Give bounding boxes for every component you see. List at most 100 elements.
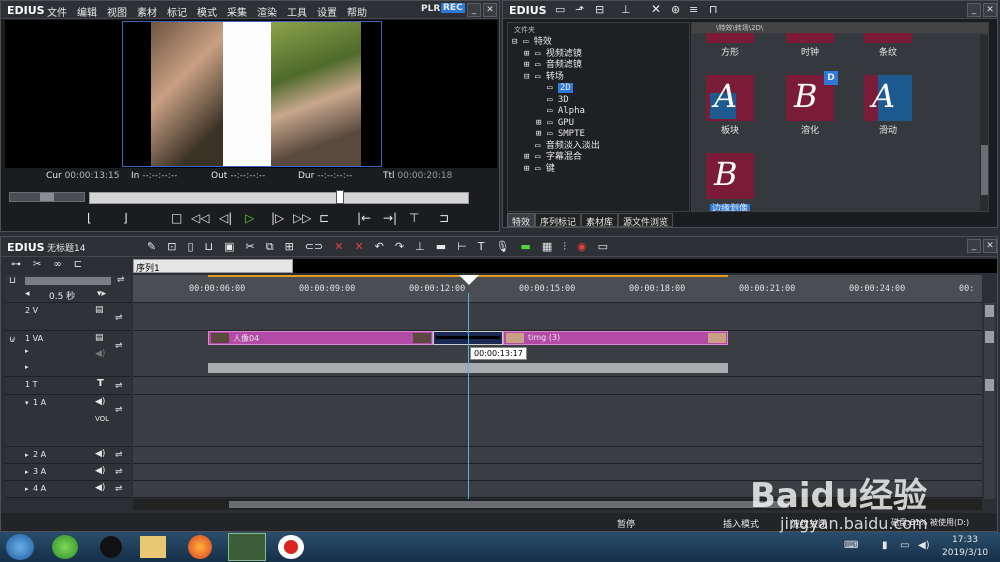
track-2v-expand-icon[interactable]: ⇌ [115,313,123,323]
tile-scrollbar[interactable] [980,35,988,211]
zoom-value[interactable]: 0.5 秒 [49,289,75,302]
new-sequence-icon[interactable]: ✎ [147,240,156,254]
zoom-slider[interactable] [25,277,111,285]
tree-expand-icon[interactable]: ⊞ [536,129,547,141]
track-1va-patch-icon[interactable]: ⊍ [9,335,16,345]
rec-toggle[interactable]: REC [441,3,465,13]
set-in-icon[interactable]: ⌊ [87,211,92,225]
track-area-1va[interactable]: 人像04 timg (3) 00:00:13:17 [133,331,982,377]
tree-expand-icon[interactable]: ⊞ [524,152,535,164]
record-app-icon[interactable] [278,535,304,559]
track-1va-audio-arrow-icon[interactable]: ▸ [25,363,29,371]
clock-date[interactable]: 2019/3/10 [942,548,988,558]
tile-stripes-partial[interactable] [864,33,912,43]
lock-icon[interactable]: ⊓ [709,3,718,16]
tab-effects[interactable]: 特效 [507,213,536,228]
timeline-hscroll[interactable] [133,499,982,510]
close-button[interactable]: ✕ [483,3,497,17]
zoom-left-icon[interactable]: ◂ [25,289,30,299]
menu-help[interactable]: 帮助 [347,4,367,19]
timeline-minimize-button[interactable]: _ [967,239,981,253]
title-icon[interactable]: T [478,240,485,254]
tree-item[interactable]: ▭ 音频淡入淡出 [512,141,688,153]
ruler-lock-icon[interactable]: ⊔ [9,276,16,286]
tray-volume-icon[interactable]: ◀) [918,540,930,551]
track-1a-speaker-icon[interactable]: ◀) [95,397,105,407]
marker-icon[interactable]: ⊢ [457,240,467,254]
tree-item[interactable]: ⊟ ▭ 特效 [512,37,688,49]
mixer-icon[interactable]: ⫶ [563,240,566,254]
track-mode-icon[interactable]: ⊶ [11,259,21,275]
open-icon[interactable]: ⊔ [205,240,214,254]
menu-clip[interactable]: 素材 [137,4,157,19]
track-1a-arrow-icon[interactable]: ▾ [25,399,29,407]
360-app-icon[interactable] [52,535,78,559]
new-project-icon[interactable]: ▯ [187,240,193,254]
overwrite-icon[interactable]: →| [383,211,397,225]
save-icon[interactable]: ▣ [224,240,234,254]
edius-task-icon[interactable] [228,533,266,561]
menu-render[interactable]: 渲染 [257,4,277,19]
clock-time[interactable]: 17:33 [952,535,978,545]
track-3a-speaker-icon[interactable]: ◀) [95,466,105,476]
tree-item[interactable]: ⊞ ▭ 字幕混合 [512,152,688,164]
track-1t-expand-icon[interactable]: ⇌ [115,381,123,391]
timeline-close-button[interactable]: ✕ [983,239,997,253]
tree-item[interactable]: ⊞ ▭ 键 [512,164,688,176]
play-icon[interactable]: ▷ [245,211,254,225]
clip-timg3[interactable]: timg (3) [503,331,728,345]
razor-icon[interactable]: ✂ [33,259,41,275]
menu-settings[interactable]: 设置 [317,4,337,19]
menu-capture[interactable]: 采集 [227,4,247,19]
cut-icon[interactable]: ✂ [246,240,255,254]
undo-icon[interactable]: ↶ [375,240,384,254]
folder-icon[interactable]: ▭ [555,3,565,16]
track-area-1a[interactable] [133,395,982,447]
track-3a-arrow-icon[interactable]: ▸ [25,468,29,476]
ripple-delete-icon[interactable]: ✕ [354,240,363,254]
add-transition-icon[interactable]: ⊥ [415,240,425,254]
title-track-icon[interactable]: T [97,378,104,389]
stop-icon[interactable]: □ [171,211,182,225]
export-icon[interactable]: ⊐ [439,211,449,225]
up-folder-icon[interactable]: ⬏ [575,3,584,16]
tile-clock-partial[interactable] [786,33,834,43]
menu-file[interactable]: 文件 [47,4,67,19]
tile-square-partial[interactable] [706,33,754,43]
tree-expand-icon[interactable]: ⊞ [524,49,535,61]
tray-battery-icon[interactable]: ▭ [900,540,909,551]
snapshot-icon[interactable]: ⊡ [167,240,176,254]
tab-source-browser[interactable]: 源文件浏览 [618,213,674,228]
firefox-icon[interactable] [188,535,212,559]
tree-item[interactable]: ⊞ ▭ SMPTE [512,129,688,141]
ruler-expand-icon[interactable]: ⇌ [117,275,125,285]
vscroll-button[interactable] [985,305,994,317]
status-ripple[interactable]: 波纹关闭 [791,517,827,530]
tree-item[interactable]: ▭ Alpha [512,106,688,118]
track-4a-speaker-icon[interactable]: ◀) [95,483,105,493]
tile-board[interactable]: A [706,75,754,121]
track-1va-display-icon[interactable]: ▤ [95,333,104,343]
tree-item[interactable]: ⊞ ▭ GPU [512,118,688,130]
tile-dissolve[interactable]: B D [786,71,838,121]
playhead-marker[interactable] [459,275,479,285]
sync-icon[interactable]: ⊏ [74,259,82,275]
sequence-tab[interactable]: 序列1 [136,261,160,274]
redo-icon[interactable]: ↷ [395,240,404,254]
menu-marker[interactable]: 标记 [167,4,187,19]
tile-edge-wipe[interactable]: B [706,153,754,199]
new-folder-icon[interactable]: ⊟ [595,3,604,16]
track-1a-vol[interactable]: VOL [95,415,109,423]
tree-item[interactable]: ▭ 2D [512,83,688,95]
tree-item[interactable]: ⊞ ▭ 视频滤镜 [512,49,688,61]
vscroll-button[interactable] [985,379,994,391]
qq-icon[interactable] [100,536,122,558]
link-mode-icon[interactable]: ∞ [53,259,61,275]
layout-icon[interactable]: ▭ [598,240,608,254]
track-area-2a[interactable] [133,447,982,464]
effects-minimize-button[interactable]: _ [967,3,981,17]
menu-tools[interactable]: 工具 [287,4,307,19]
ripple-icon[interactable]: ▬ [436,240,446,254]
track-area-2v[interactable] [133,303,982,331]
copy-icon[interactable]: ⧉ [266,240,274,254]
